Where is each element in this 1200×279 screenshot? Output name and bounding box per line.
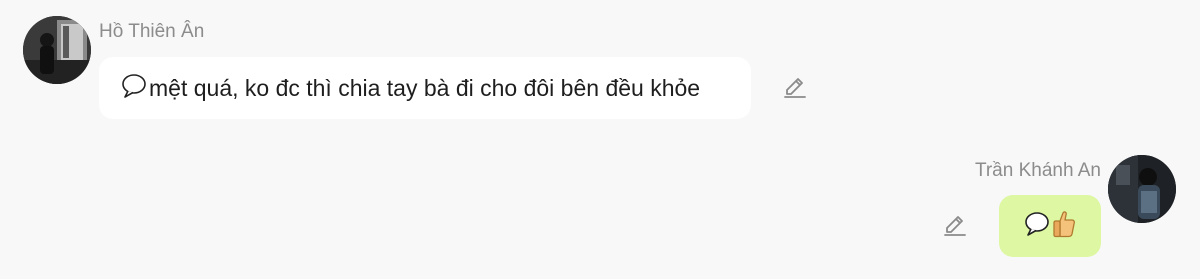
sender-name: Trần Khánh An [974,160,1101,181]
thumbs-up-icon [1052,210,1076,243]
speech-balloon-icon [121,73,147,104]
avatar-sender-1[interactable] [23,16,91,84]
avatar-sender-2[interactable] [1108,155,1176,223]
edit-pencil-icon[interactable] [942,213,968,239]
speech-balloon-icon [1024,211,1050,242]
edit-pencil-icon[interactable] [782,75,808,101]
message-bubble[interactable] [999,195,1101,257]
sender-name: Hồ Thiên Ân [99,21,205,42]
message-bubble[interactable]: mệt quá, ko đc thì chia tay bà đi cho đô… [99,57,751,119]
message-text: mệt quá, ko đc thì chia tay bà đi cho đô… [149,74,701,101]
